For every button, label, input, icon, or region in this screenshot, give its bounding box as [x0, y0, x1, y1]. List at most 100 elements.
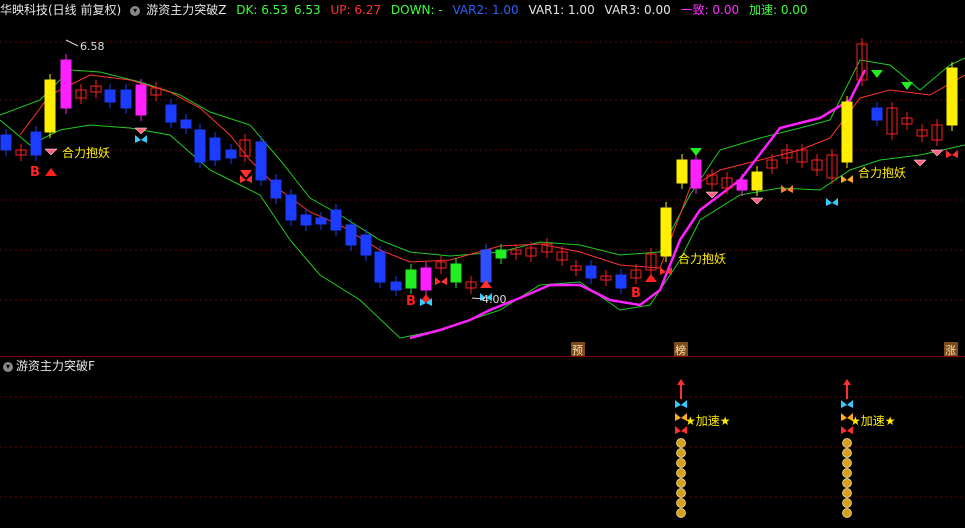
candle-body — [495, 249, 507, 259]
candle-body — [104, 89, 116, 103]
down-value: DOWN: - — [390, 3, 443, 17]
coin-icon — [842, 438, 852, 448]
candle-body — [30, 131, 42, 156]
candle-body — [0, 134, 12, 151]
up-value: UP: 6.27 — [330, 3, 382, 17]
accel-label-1: ★加速★ — [685, 414, 731, 428]
buy-label-3: B — [631, 286, 641, 301]
candlestick-panel[interactable]: 6.58 合力抱妖 合力抱妖 合力抱妖 B B B 4.00 预 榜 涨 — [0, 20, 965, 357]
sub-indicator-title: 游资主力突破F — [16, 359, 95, 373]
butterfly-icon — [781, 185, 793, 193]
candle-body — [315, 217, 327, 225]
low-price-label: 4.00 — [482, 293, 507, 306]
sell-arrow-icon — [871, 70, 883, 78]
tag-zhang-text: 涨 — [945, 344, 956, 356]
candle-body — [480, 249, 492, 283]
signal-label-2: 合力抱妖 — [858, 165, 906, 180]
accel-arrow-head-icon — [677, 379, 685, 385]
candle-body — [374, 251, 386, 283]
candle-body — [660, 207, 672, 257]
coin-icon — [842, 448, 852, 458]
candle-body — [690, 159, 702, 189]
jiasu-value: 加速: 0.00 — [748, 3, 808, 17]
tag-bang-text: 榜 — [675, 343, 686, 356]
candle-body — [585, 265, 597, 279]
butterfly-icon — [826, 198, 838, 206]
candle-body — [841, 101, 853, 163]
butterfly-icon — [946, 150, 958, 158]
coin-icon — [842, 488, 852, 498]
dk-value: DK: 6.53 — [236, 3, 288, 17]
signal-label-1: 合力抱妖 — [62, 145, 110, 160]
sub-indicator-panel[interactable]: ★加速★ ★加速★ — [0, 375, 965, 525]
butterfly-icon — [841, 400, 853, 408]
markers — [44, 70, 958, 306]
candle-body — [120, 89, 132, 109]
candle-body — [209, 137, 221, 161]
indicator-name: 游资主力突破Z — [146, 3, 227, 17]
candle-body — [450, 263, 462, 283]
sub-indicator-menu-icon[interactable]: ▾ — [3, 361, 13, 372]
candle-body — [135, 84, 147, 116]
candle-body — [420, 267, 432, 291]
coin-icon — [676, 488, 686, 498]
candle-body — [360, 234, 372, 256]
candle-body — [676, 159, 688, 184]
coin-icon — [676, 478, 686, 488]
candle-body — [194, 129, 206, 163]
diamond-icon — [913, 159, 927, 167]
indicator-menu-icon[interactable]: ▾ — [130, 5, 141, 16]
candlestick-chart: 6.58 合力抱妖 合力抱妖 合力抱妖 B B B 4.00 预 榜 涨 — [0, 38, 965, 357]
candle-body — [180, 119, 192, 129]
accel-arrow-head-icon — [843, 379, 851, 385]
candle-body — [736, 179, 748, 191]
stock-title: 华映科技(日线 前复权) — [0, 3, 122, 17]
diamond-icon — [750, 197, 764, 205]
butterfly-icon — [435, 277, 447, 285]
accel-label-2: ★加速★ — [850, 414, 896, 428]
coin-icon — [842, 498, 852, 508]
coin-icon — [842, 468, 852, 478]
butterfly-icon — [675, 400, 687, 408]
candle-body — [751, 171, 763, 191]
buy-arrow-icon — [645, 274, 657, 282]
candle-body — [255, 141, 267, 181]
candle-body — [225, 149, 237, 159]
var3-value: VAR3: 0.00 — [604, 3, 671, 17]
sub-grid-lines — [0, 396, 965, 498]
candle-body — [871, 107, 883, 121]
coin-icon — [842, 458, 852, 468]
sub-indicator-chart: ★加速★ ★加速★ — [0, 379, 965, 518]
mid-line — [19, 74, 965, 269]
tag-yu-text: 预 — [572, 344, 583, 356]
signal-label-3: 合力抱妖 — [678, 251, 726, 266]
candle-body — [330, 209, 342, 231]
buy-label-2: B — [406, 294, 416, 309]
dk-value-2: 6.53 — [293, 3, 321, 17]
var2-value: VAR2: 1.00 — [452, 3, 519, 17]
sell-arrow-icon — [901, 82, 913, 90]
candle-body — [946, 67, 958, 126]
buy-label-1: B — [30, 165, 40, 180]
butterfly-icon — [841, 175, 853, 183]
yizhi-value: 一致: 0.00 — [680, 3, 740, 17]
candle-body — [165, 104, 177, 123]
candle-body — [300, 214, 312, 226]
high-price-label: 6.58 — [80, 40, 105, 53]
coin-icon — [676, 468, 686, 478]
diamond-icon — [44, 148, 58, 156]
candle-body — [285, 194, 297, 221]
candle-body — [60, 59, 72, 109]
sell-arrow-icon — [690, 148, 702, 156]
coin-icon — [676, 448, 686, 458]
sub-indicator-header: ▾ 游资主力突破F — [0, 357, 965, 375]
buy-arrow-icon — [45, 168, 57, 176]
coin-icon — [842, 478, 852, 488]
candle-body — [270, 179, 282, 199]
coin-icon — [676, 438, 686, 448]
candle-body — [615, 274, 627, 289]
candle-body — [390, 281, 402, 291]
indicator-header: 华映科技(日线 前复权) ▾ 游资主力突破Z DK: 6.53 6.53 UP: 6.… — [0, 0, 965, 20]
coin-icon — [676, 458, 686, 468]
candle-body — [345, 224, 357, 246]
